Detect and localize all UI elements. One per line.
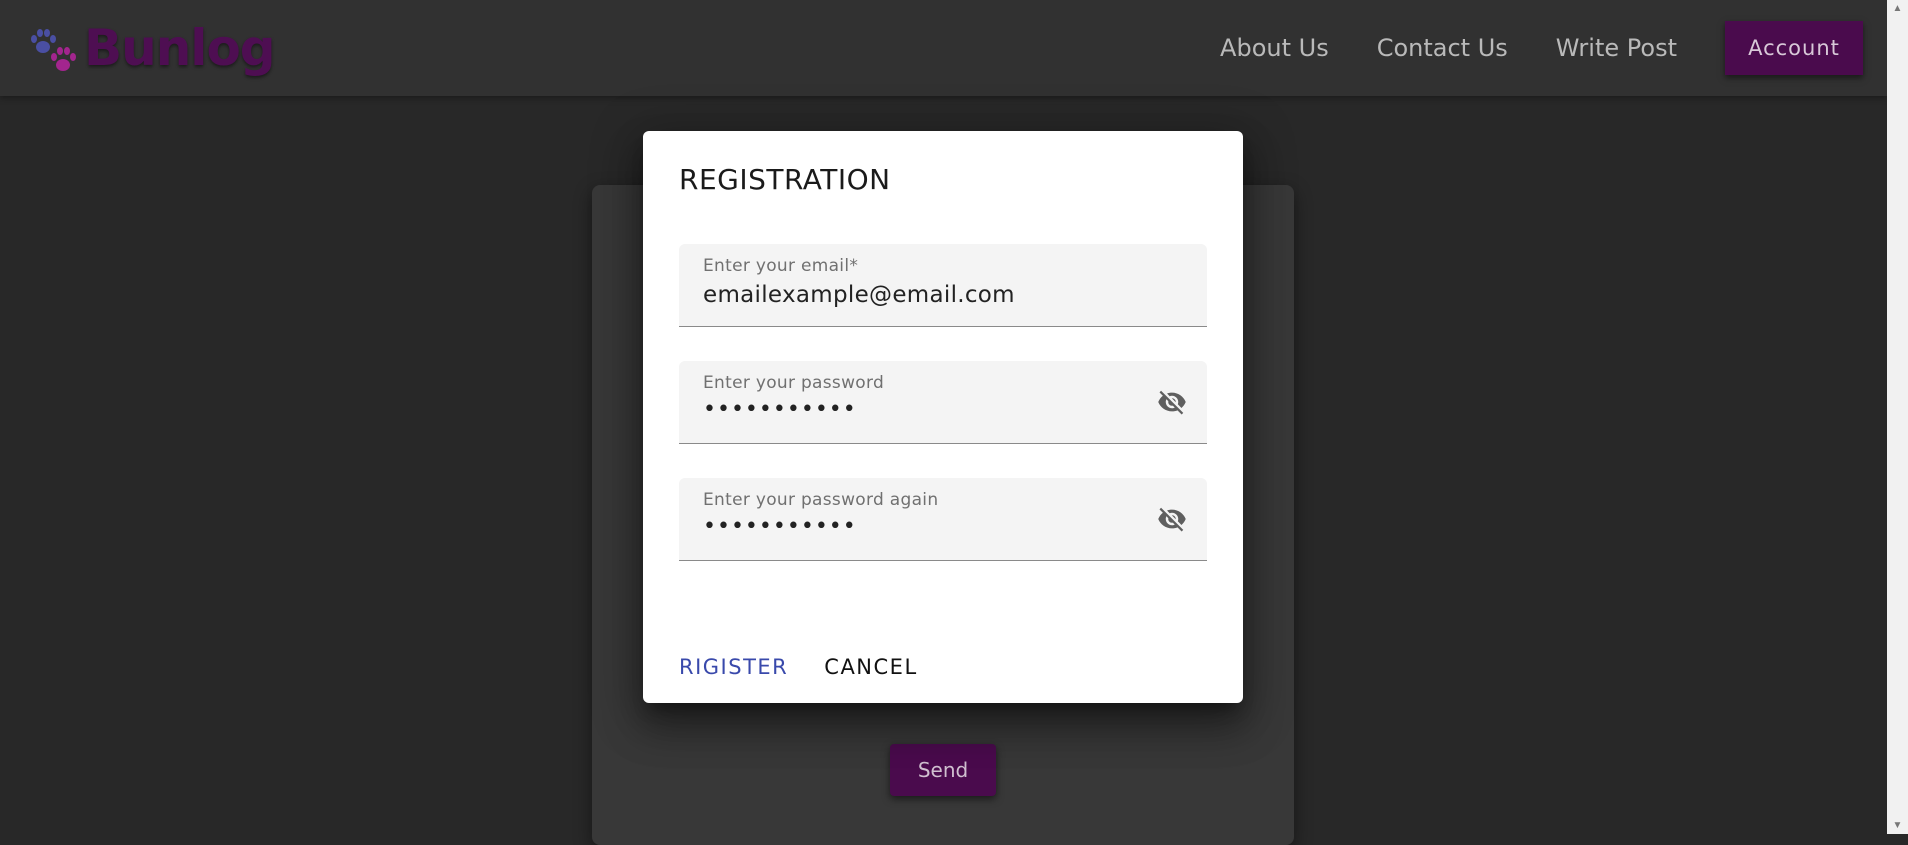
paw-icon [28,20,82,76]
main-nav: About Us Contact Us Write Post Account [1220,0,1887,96]
dialog-actions: RIGISTER CANCEL [667,651,930,683]
password-field-value[interactable]: ••••••••••• [703,397,857,422]
eye-off-icon[interactable] [1155,504,1189,534]
nav-contact-us[interactable]: Contact Us [1377,34,1508,62]
password-field[interactable]: Enter your password ••••••••••• [679,361,1207,444]
scroll-down-arrow-icon[interactable]: ▼ [1887,817,1908,834]
nav-about-us[interactable]: About Us [1220,34,1329,62]
account-button[interactable]: Account [1725,21,1863,75]
email-field[interactable]: Enter your email* emailexample@email.com [679,244,1207,327]
eye-off-icon[interactable] [1155,387,1189,417]
email-field-label: Enter your email* [703,256,859,276]
cancel-button[interactable]: CANCEL [812,651,929,683]
page-scrollbar[interactable]: ▲ ▼ [1887,0,1908,834]
password-again-field[interactable]: Enter your password again ••••••••••• [679,478,1207,561]
password-again-field-label: Enter your password again [703,490,939,510]
password-again-field-value[interactable]: ••••••••••• [703,514,857,539]
scroll-up-arrow-icon[interactable]: ▲ [1887,0,1908,17]
brand-logo[interactable]: Bunlog [28,14,276,82]
send-button[interactable]: Send [890,744,996,796]
top-navigation-bar: Bunlog About Us Contact Us Write Post Ac… [0,0,1887,96]
registration-dialog: REGISTRATION Enter your email* emailexam… [643,131,1243,703]
password-field-label: Enter your password [703,373,885,393]
brand-name: Bunlog [84,19,276,77]
nav-write-post[interactable]: Write Post [1556,34,1677,62]
register-button[interactable]: RIGISTER [667,651,800,683]
email-field-value[interactable]: emailexample@email.com [703,282,1015,308]
dialog-title: REGISTRATION [679,163,891,196]
